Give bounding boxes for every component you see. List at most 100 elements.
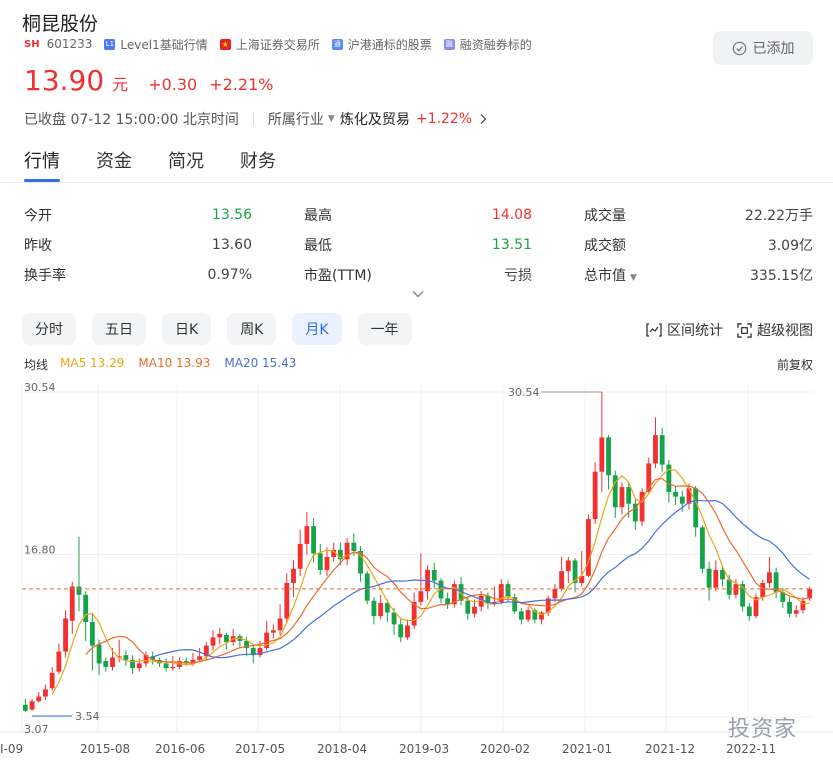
quote-row: 13.90 元 +0.30 +2.21% (24, 64, 285, 97)
candle-body (297, 543, 303, 569)
candle-body (472, 606, 477, 614)
period-button-minute[interactable]: 分时 (22, 313, 76, 345)
range-stats-button[interactable]: 区间统计 (646, 320, 723, 340)
y-axis-label: 3.07 (24, 723, 49, 736)
hk-connect-icon: 通 (331, 38, 343, 50)
candle-body (760, 582, 766, 598)
candle-body (56, 651, 62, 672)
candle-body (391, 612, 397, 625)
chevron-right-icon[interactable] (478, 113, 488, 125)
tab-profile[interactable]: 简况 (168, 147, 204, 182)
main-tabs: 行情 资金 简况 财务 (24, 147, 312, 182)
caret-down-icon: ▼ (630, 273, 637, 283)
stat-label: 市盈(TTM) (304, 268, 372, 284)
stat-row-high: 最高 14.08 (304, 200, 532, 230)
price-change-pct: +2.21% (209, 75, 274, 94)
candle-body (110, 657, 115, 667)
candle-body (136, 663, 142, 669)
range-stats-label: 区间统计 (667, 323, 723, 339)
stat-row-prev-close: 昨收 13.60 (24, 230, 252, 260)
level1-icon: L1 (104, 38, 116, 50)
stock-code: 601233 (46, 37, 93, 51)
stat-value: 3.09亿 (767, 238, 813, 254)
candle-body (746, 606, 752, 617)
tab-funds[interactable]: 资金 (96, 147, 132, 182)
expand-chevron-icon[interactable] (411, 289, 425, 299)
tag-margin[interactable]: 融 融资融券标的 (443, 36, 532, 53)
stat-label: 最高 (304, 208, 332, 224)
x-axis-label: 2022-11 (726, 742, 776, 756)
ma20-value: MA20 15.43 (224, 356, 297, 370)
industry-label[interactable]: 所属行业 (268, 109, 324, 129)
candle-body (89, 621, 95, 646)
candle-body (49, 672, 55, 689)
candle-body (653, 435, 658, 464)
tag-level1[interactable]: L1 Level1基础行情 (104, 36, 208, 53)
industry-change: +1.22% (415, 111, 473, 127)
range-stats-icon (646, 323, 662, 337)
period-button-one-year[interactable]: 一年 (357, 313, 412, 345)
candle-body (592, 471, 598, 520)
candle-body (264, 632, 270, 649)
candle-body (505, 584, 511, 598)
period-button-five-day[interactable]: 五日 (92, 313, 146, 345)
stat-label: 成交量 (584, 208, 626, 224)
ma5-value: MA5 13.29 (60, 356, 125, 370)
candle-body (317, 553, 323, 570)
super-view-button[interactable]: 超级视图 (737, 320, 813, 340)
stat-value: 22.22万手 (744, 208, 813, 224)
candle-body (311, 526, 317, 554)
candle-body (559, 571, 565, 589)
ma-legend: 均线 MA5 13.29 MA10 13.93 MA20 15.43 前复权 (24, 356, 813, 373)
stat-row-open: 今开 13.56 (24, 200, 252, 230)
super-view-label: 超级视图 (757, 323, 813, 339)
stat-value: 14.08 (491, 207, 532, 223)
tab-finance[interactable]: 财务 (240, 147, 276, 182)
period-button-month-k[interactable]: 月K (292, 313, 342, 345)
candle-body (43, 689, 48, 697)
candle-body (170, 666, 176, 669)
industry-name[interactable]: 炼化及贸易 (340, 109, 410, 129)
caret-down-icon: ▼ (327, 114, 335, 124)
price-adjust-toggle[interactable]: 前复权 (777, 356, 813, 373)
chart-tools: 区间统计 超级视图 (632, 320, 813, 340)
candle-body (351, 542, 357, 552)
stat-value: 13.51 (491, 237, 532, 253)
candle-body (36, 696, 42, 702)
tab-quote[interactable]: 行情 (24, 147, 60, 182)
stat-row-market-cap[interactable]: 总市值 ▼ 335.15亿 (584, 260, 813, 290)
x-axis-label: 2017-05 (235, 742, 285, 756)
candle-body (525, 610, 531, 620)
candle-body (619, 487, 625, 508)
candle-body (787, 601, 792, 614)
high-annotation-label: 30.54 (508, 386, 540, 399)
low-annotation-label: 3.54 (75, 710, 100, 723)
candle-body (733, 584, 739, 595)
margin-icon: 融 (443, 38, 455, 50)
x-axis-label: 2019-03 (399, 742, 449, 756)
candle-body (418, 591, 424, 602)
added-watchlist-button[interactable]: 已添加 (713, 31, 813, 65)
period-button-week-k[interactable]: 周K (227, 313, 277, 345)
candle-body (277, 618, 283, 631)
candle-body (679, 496, 685, 504)
tag-label: 融资融券标的 (459, 37, 532, 52)
stats-col-3: 成交量 22.22万手 成交额 3.09亿 总市值 ▼ 335.15亿 (584, 200, 813, 290)
kline-chart[interactable]: 30.54 3.54 30.54 16.80 3.07I-09 2015-08 2016-0… (0, 380, 833, 764)
candle-body (565, 560, 571, 572)
candle-body (807, 588, 813, 599)
candle-body (29, 701, 35, 710)
stat-row-volume: 成交量 22.22万手 (584, 200, 813, 230)
period-button-day-k[interactable]: 日K (162, 313, 212, 345)
added-label: 已添加 (752, 41, 795, 57)
candle-body (304, 526, 310, 544)
market-cap-label: 总市值 (584, 268, 626, 284)
stats-col-2: 最高 14.08 最低 13.51 市盈(TTM) 亏损 (304, 200, 532, 290)
tag-label: 上海证券交易所 (235, 37, 320, 52)
stat-label: 昨收 (24, 238, 52, 254)
candle-body (726, 579, 732, 595)
tag-hk-connect[interactable]: 通 沪港通标的股票 (331, 36, 432, 53)
tag-exchange[interactable]: ★ 上海证券交易所 (219, 36, 320, 53)
stat-row-low: 最低 13.51 (304, 230, 532, 260)
candle-body (378, 603, 384, 617)
